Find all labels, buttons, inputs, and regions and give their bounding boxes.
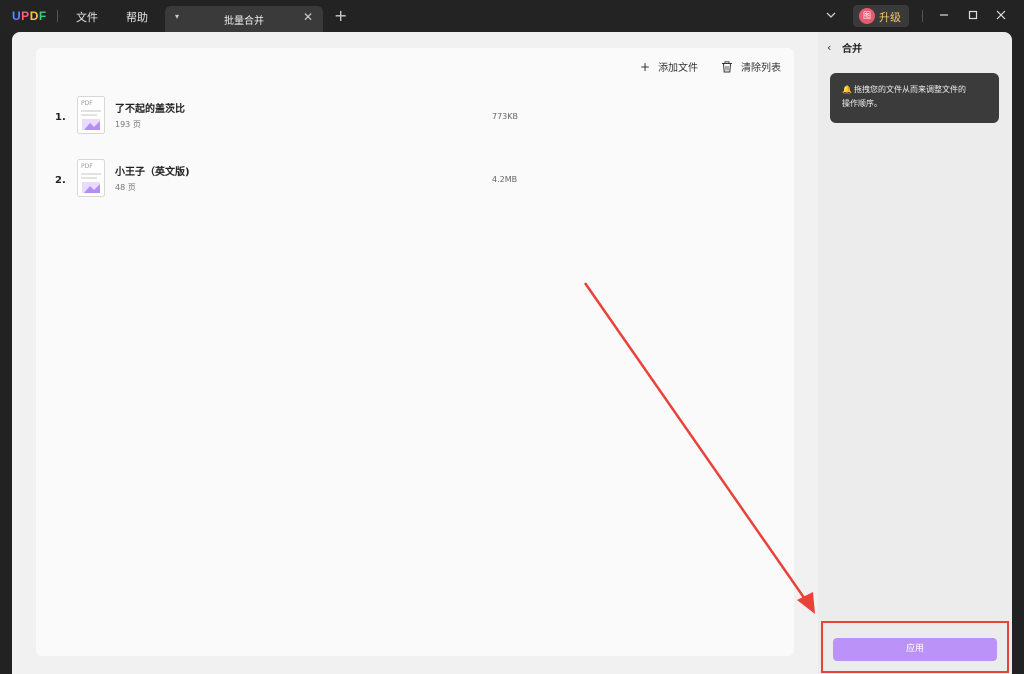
svg-text:PDF: PDF: [81, 100, 93, 107]
file-row[interactable]: 2. PDF 小王子（英文版) 48 页 4.2MB: [50, 159, 530, 207]
panel-title: 合并: [842, 44, 862, 55]
clear-list-label: 清除列表: [741, 63, 781, 74]
avatar: 图: [859, 8, 875, 24]
file-pages: 48 页: [115, 183, 136, 192]
bell-icon: 🔔: [842, 85, 852, 94]
back-chevron-icon[interactable]: ‹: [827, 41, 831, 54]
add-file-button[interactable]: + 添加文件: [640, 59, 699, 75]
menu-file[interactable]: 文件: [76, 9, 98, 25]
file-name: 小王子（英文版): [115, 167, 190, 178]
logo-letter: D: [29, 9, 39, 23]
file-name: 了不起的盖茨比: [115, 104, 185, 115]
drag-hint-tooltip: 🔔 拖拽您的文件从而来调整文件的 操作顺序。: [830, 73, 999, 123]
file-size: 773KB: [492, 112, 519, 121]
clear-list-button[interactable]: 清除列表: [721, 59, 781, 74]
apply-button[interactable]: 应用: [833, 638, 997, 661]
maximize-icon[interactable]: [965, 7, 981, 23]
logo-letter: U: [12, 9, 22, 23]
merge-panel: [818, 32, 1012, 674]
updf-logo: UPDF: [12, 9, 47, 23]
pdf-file-icon: PDF: [77, 159, 105, 197]
menu-help[interactable]: 帮助: [126, 9, 148, 25]
pdf-file-icon: PDF: [77, 96, 105, 134]
plus-icon: +: [640, 59, 651, 74]
file-pages: 193 页: [115, 120, 141, 129]
file-index: 2.: [55, 175, 66, 186]
title-bar: UPDF 文件 帮助 ▾ 批量合并 ✕ + 图 升级: [0, 0, 1024, 32]
file-row[interactable]: 1. PDF 了不起的盖茨比 193 页 773KB: [50, 96, 530, 144]
window-controls-separator: [922, 10, 923, 22]
file-size: 4.2MB: [492, 175, 518, 184]
title-separator: [57, 10, 58, 22]
chevron-down-icon[interactable]: [824, 8, 838, 22]
minimize-icon[interactable]: [936, 7, 952, 23]
hint-line-2: 操作顺序。: [842, 99, 882, 108]
logo-letter: P: [21, 9, 30, 23]
tab-close-icon[interactable]: ✕: [303, 10, 313, 24]
upgrade-label: 升级: [879, 11, 901, 24]
svg-text:PDF: PDF: [81, 163, 93, 170]
trash-icon: [722, 60, 732, 72]
tab-title: 批量合并: [224, 16, 264, 27]
close-window-icon[interactable]: [993, 7, 1009, 23]
upgrade-button[interactable]: 图 升级: [853, 5, 909, 27]
logo-letter: F: [38, 9, 47, 23]
add-file-label: 添加文件: [658, 63, 699, 74]
hint-line-1: 拖拽您的文件从而来调整文件的: [853, 85, 966, 94]
tab-batch-merge[interactable]: ▾ 批量合并 ✕: [165, 6, 323, 32]
file-index: 1.: [55, 112, 66, 123]
add-tab-icon[interactable]: +: [334, 6, 347, 25]
